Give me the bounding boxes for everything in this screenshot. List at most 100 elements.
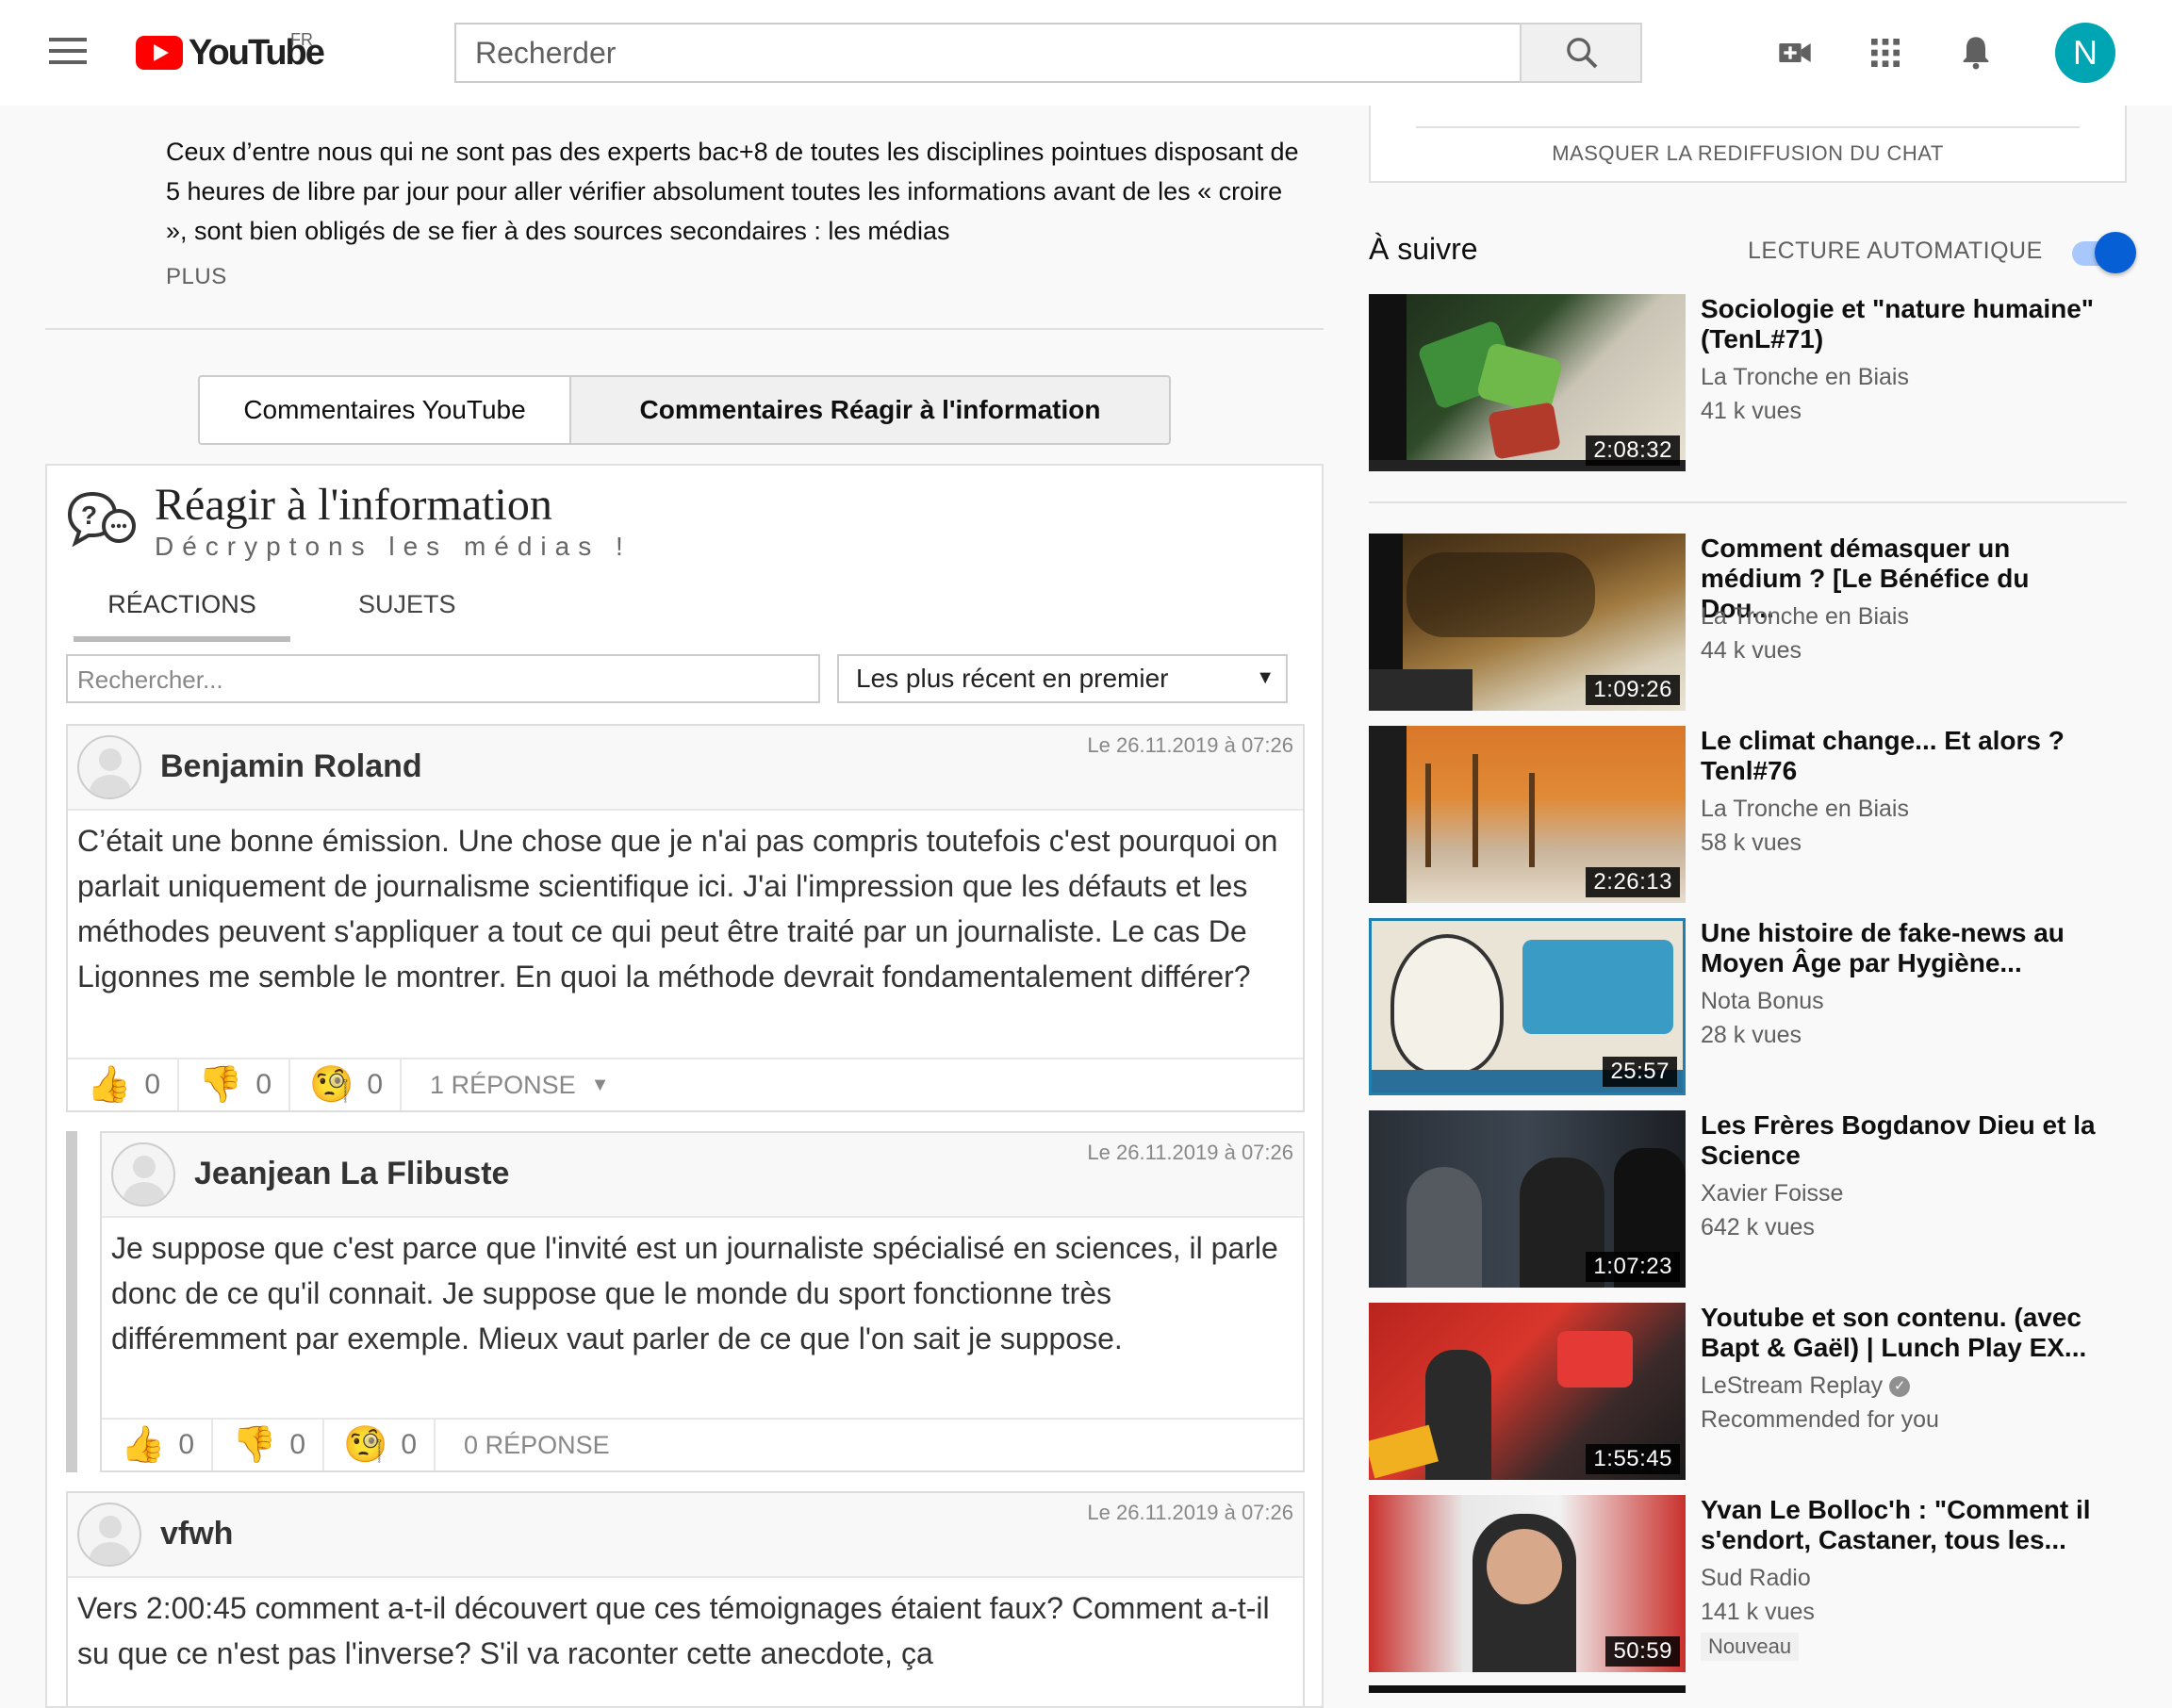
video-channel[interactable]: Xavier Foisse [1701,1180,1843,1207]
video-item[interactable]: 2:08:32 Sociologie et "nature humaine" (… [1369,294,2142,471]
wow-count: 0 [367,1069,384,1100]
video-title[interactable]: Youtube et son contenu. (avec Bapt & Gaë… [1701,1303,2106,1363]
video-views: 141 k vues [1701,1599,1815,1625]
video-title[interactable]: Le climat change... Et alors ? Tenl#76 [1701,726,2106,786]
thumbs-up-icon: 👍 [87,1065,132,1105]
replies-count: 1 RÉPONSE [430,1070,576,1099]
dislike-button[interactable]: 👎 0 [213,1420,325,1470]
video-thumbnail-partial[interactable] [1369,1685,1686,1693]
video-channel[interactable]: Sud Radio [1701,1565,1811,1592]
country-code: FR [290,30,313,49]
comment-header: vfwh Le 26.11.2019 à 07:26 [68,1493,1303,1578]
tab-subjects[interactable]: SUJETS [358,590,456,636]
video-channel[interactable]: La Tronche en Biais [1701,364,1909,391]
comment-text: C’était une bonne émission. Une chose qu… [77,824,1278,994]
video-channel[interactable]: LeStream Replay ✓ [1701,1372,1911,1400]
video-duration: 2:08:32 [1586,435,1680,466]
speech-bubbles-logo-icon: ? [67,491,136,547]
replies-toggle-button[interactable]: 1 RÉPONSE ▼ [402,1059,609,1110]
top-bar: YouTube FR Recherder N [0,0,2172,106]
video-title[interactable]: Sociologie et "nature humaine" (TenL#71) [1701,294,2106,354]
sort-select[interactable]: Les plus récent en premier ▼ [837,654,1288,703]
up-next-heading: À suivre [1369,232,1478,266]
apps-grid-icon[interactable] [1867,34,1904,72]
video-thumbnail[interactable]: 2:08:32 [1369,294,1686,471]
comment: vfwh Le 26.11.2019 à 07:26 Vers 2:00:45 … [66,1491,1305,1706]
replies-count: 0 RÉPONSE [464,1430,610,1459]
search-input[interactable]: Recherder [454,23,1522,83]
comment-reactions: 👍 0 👎 0 🧐 0 0 RÉPONSE [102,1418,1303,1470]
video-thumbnail[interactable]: 1:07:23 [1369,1110,1686,1288]
video-thumbnail[interactable]: 50:59 [1369,1495,1686,1672]
like-button[interactable]: 👍 0 [68,1059,180,1110]
video-views: 28 k vues [1701,1022,1802,1048]
comment-author[interactable]: Benjamin Roland [160,748,422,785]
comment-date: Le 26.11.2019 à 07:26 [1087,733,1293,757]
comment-author[interactable]: vfwh [160,1516,233,1552]
comment-header: Jeanjean La Flibuste Le 26.11.2019 à 07:… [102,1133,1303,1218]
face-with-monocle-icon: 🧐 [309,1065,354,1105]
tab-reactions[interactable]: RÉACTIONS [74,590,290,642]
show-more-button[interactable]: PLUS [166,264,227,290]
video-channel[interactable]: La Tronche en Biais [1701,796,1909,823]
video-thumbnail[interactable]: 1:09:26 [1369,534,1686,711]
reagir-comments-widget: ? Réagir à l'information Décryptons les … [45,464,1324,1708]
channel-name: LeStream Replay [1701,1372,1884,1399]
tab-youtube-comments[interactable]: Commentaires YouTube [198,375,571,445]
search-icon [1567,38,1598,69]
verified-check-icon: ✓ [1889,1376,1911,1398]
video-thumbnail[interactable]: 2:26:13 [1369,726,1686,903]
video-duration: 50:59 [1605,1636,1680,1667]
autoplay-toggle-knob[interactable] [2095,232,2136,273]
chevron-down-icon: ▼ [590,1074,610,1095]
svg-text:?: ? [81,501,97,530]
like-button[interactable]: 👍 0 [102,1420,214,1470]
search-button[interactable] [1520,23,1642,83]
video-item[interactable]: 1:55:45 Youtube et son contenu. (avec Ba… [1369,1303,2142,1480]
user-avatar[interactable]: N [2055,23,2115,83]
comment-source-tabs: Commentaires YouTube Commentaires Réagir… [198,375,1171,445]
video-channel[interactable]: La Tronche en Biais [1701,603,1909,631]
menu-icon[interactable] [49,38,87,68]
comment-reactions: 👍 0 👎 0 🧐 0 1 RÉPONSE ▼ [68,1058,1303,1110]
thumbs-down-icon: 👎 [232,1425,277,1465]
video-recommendation-note: Recommended for you [1701,1406,1939,1433]
video-title[interactable]: Une histoire de fake-news au Moyen Âge p… [1701,918,2106,978]
video-views: 41 k vues [1701,398,1802,424]
video-views: 642 k vues [1701,1214,1815,1240]
video-item[interactable]: 50:59 Yvan Le Bolloc'h : "Comment il s'e… [1369,1495,2142,1672]
play-logo-icon [136,36,183,70]
video-title[interactable]: Yvan Le Bolloc'h : "Comment il s'endort,… [1701,1495,2106,1555]
chat-replay-box: MASQUER LA REDIFFUSION DU CHAT [1369,106,2127,183]
video-item[interactable]: 2:26:13 Le climat change... Et alors ? T… [1369,726,2142,903]
dislike-button[interactable]: 👎 0 [179,1059,291,1110]
create-video-icon[interactable] [1776,34,1814,72]
video-item[interactable]: 1:09:26 Comment démasquer un médium ? [L… [1369,534,2142,711]
thumbs-up-icon: 👍 [121,1425,166,1465]
wow-button[interactable]: 🧐 0 [290,1059,403,1110]
new-badge: Nouveau [1701,1633,1800,1661]
video-duration: 1:07:23 [1586,1252,1680,1282]
comment-date: Le 26.11.2019 à 07:26 [1087,1141,1293,1164]
comments-search-input[interactable]: Rechercher... [66,654,820,703]
video-thumbnail[interactable]: 25:57 [1369,918,1686,1095]
video-duration: 1:09:26 [1586,675,1680,705]
video-views: 44 k vues [1701,637,1802,664]
video-channel[interactable]: Nota Bonus [1701,988,1824,1015]
video-views: 58 k vues [1701,829,1802,856]
wow-button[interactable]: 🧐 0 [324,1420,436,1470]
video-item[interactable]: 1:07:23 Les Frères Bogdanov Dieu et la S… [1369,1110,2142,1288]
replies-toggle-button[interactable]: 0 RÉPONSE [436,1420,610,1470]
comment-author[interactable]: Jeanjean La Flibuste [194,1156,509,1192]
video-title[interactable]: Les Frères Bogdanov Dieu et la Science [1701,1110,2106,1171]
video-duration: 25:57 [1603,1057,1677,1087]
video-item[interactable]: 25:57 Une histoire de fake-news au Moyen… [1369,918,2142,1095]
comment-reply: Jeanjean La Flibuste Le 26.11.2019 à 07:… [100,1131,1305,1472]
like-count: 0 [144,1069,161,1100]
widget-subtitle: Décryptons les médias ! [155,532,632,561]
notifications-bell-icon[interactable] [1957,34,1995,72]
tab-reagir-comments[interactable]: Commentaires Réagir à l'information [571,375,1171,445]
comment-text: Vers 2:00:45 comment a-t-il découvert qu… [77,1591,1270,1670]
hide-chat-replay-button[interactable]: MASQUER LA REDIFFUSION DU CHAT [1371,141,2125,166]
video-thumbnail[interactable]: 1:55:45 [1369,1303,1686,1480]
